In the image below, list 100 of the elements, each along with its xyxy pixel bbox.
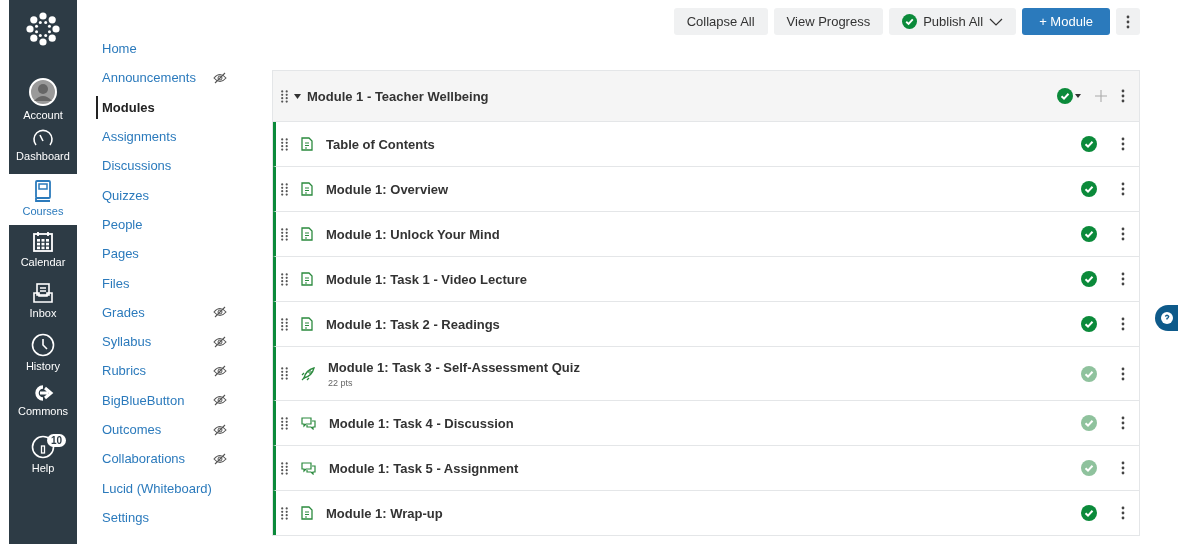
module-item[interactable]: Module 1: Overview <box>273 167 1139 212</box>
logo-icon[interactable] <box>26 12 60 46</box>
help-tab[interactable] <box>1155 305 1178 331</box>
drag-handle-icon[interactable] <box>281 506 288 520</box>
hidden-eye-icon <box>213 364 227 377</box>
course-nav-link[interactable]: Discussions <box>102 158 172 174</box>
global-nav-item[interactable]: Account <box>9 72 77 123</box>
chevron-down-icon <box>989 17 1004 26</box>
more-icon[interactable] <box>1126 14 1130 29</box>
module-item[interactable]: Module 1: Wrap-up <box>273 491 1139 535</box>
document-icon <box>301 272 313 286</box>
drag-handle-icon[interactable] <box>281 416 288 430</box>
global-nav-item[interactable]: History <box>9 327 77 378</box>
publish-status-icon[interactable] <box>1057 88 1081 104</box>
course-nav-link[interactable]: Modules <box>102 99 155 115</box>
course-nav-link[interactable]: Pages <box>102 246 139 262</box>
global-nav-item[interactable]: Commons <box>9 378 77 429</box>
more-icon[interactable] <box>1121 272 1125 286</box>
module-item[interactable]: Module 1: Task 4 - Discussion <box>273 401 1139 446</box>
document-icon <box>301 317 313 331</box>
inbox-icon <box>32 282 54 304</box>
item-title[interactable]: Module 1: Task 2 - Readings <box>326 316 1068 332</box>
course-nav-link[interactable]: Announcements <box>102 70 196 86</box>
module-item[interactable]: Module 1: Unlock Your Mind <box>273 212 1139 257</box>
module-item[interactable]: Table of Contents <box>273 122 1139 167</box>
item-title[interactable]: Module 1: Task 1 - Video Lecture <box>326 271 1068 287</box>
nav-label: Commons <box>17 405 69 417</box>
more-icon[interactable] <box>1121 182 1125 196</box>
drag-handle-icon[interactable] <box>281 461 288 475</box>
view-progress-button[interactable]: View Progress <box>773 8 884 35</box>
published-icon[interactable] <box>1081 136 1097 152</box>
global-nav-item[interactable]: Help 10 <box>9 429 77 480</box>
document-icon <box>301 506 313 520</box>
course-nav-link[interactable]: Lucid (Whiteboard) <box>102 480 212 496</box>
global-nav-item[interactable]: Courses <box>9 174 77 225</box>
module-item[interactable]: Module 1: Task 1 - Video Lecture <box>273 257 1139 302</box>
avatar-icon <box>29 78 57 106</box>
drag-handle-icon[interactable] <box>281 317 288 331</box>
drag-handle-icon[interactable] <box>281 272 288 286</box>
global-nav-item[interactable]: Dashboard <box>9 123 77 174</box>
gauge-icon <box>32 129 54 147</box>
course-nav-link[interactable]: Files <box>102 275 130 291</box>
hidden-eye-icon <box>213 306 227 319</box>
global-nav-item[interactable]: Inbox <box>9 276 77 327</box>
drag-handle-icon[interactable] <box>281 227 288 241</box>
more-icon[interactable] <box>1121 137 1125 151</box>
course-nav-link[interactable]: Collaborations <box>102 451 186 467</box>
item-title[interactable]: Table of Contents <box>326 136 1068 152</box>
course-nav-link[interactable]: Assignments <box>102 129 177 145</box>
more-icon[interactable] <box>1121 89 1125 103</box>
hidden-eye-icon <box>213 335 227 348</box>
item-title[interactable]: Module 1: Unlock Your Mind <box>326 226 1068 242</box>
item-title[interactable]: Module 1: Task 5 - Assignment <box>329 460 1068 476</box>
more-icon[interactable] <box>1121 461 1125 475</box>
course-nav-link[interactable]: Home <box>102 41 137 57</box>
course-nav-link[interactable]: Grades <box>102 304 145 320</box>
drag-handle-icon[interactable] <box>281 89 288 103</box>
course-nav-link[interactable]: Quizzes <box>102 187 149 203</box>
hidden-eye-icon <box>213 423 227 436</box>
discussion-icon <box>301 416 316 430</box>
item-title[interactable]: Module 1: Task 4 - Discussion <box>329 415 1068 431</box>
course-nav-link[interactable]: Syllabus <box>102 334 152 350</box>
course-nav-link[interactable]: People <box>102 216 143 232</box>
drag-handle-icon[interactable] <box>281 367 288 380</box>
published-icon[interactable] <box>1081 316 1097 332</box>
item-title[interactable]: Module 1: Task 3 - Self-Assessment Quiz <box>328 359 1068 375</box>
collapse-all-button[interactable]: Collapse All <box>673 8 768 35</box>
more-icon[interactable] <box>1121 506 1125 520</box>
published-icon[interactable] <box>1081 271 1097 287</box>
publish-all-button[interactable]: Publish All <box>889 8 1017 35</box>
course-nav-link[interactable]: Rubrics <box>102 363 147 379</box>
more-icon[interactable] <box>1121 366 1125 381</box>
collapse-caret-icon[interactable] <box>294 93 301 99</box>
course-nav-link[interactable]: Outcomes <box>102 422 162 437</box>
course-nav-link[interactable]: Settings <box>102 509 149 525</box>
more-icon[interactable] <box>1121 416 1125 430</box>
document-icon <box>301 227 313 241</box>
published-icon[interactable] <box>1081 226 1097 242</box>
published-icon[interactable] <box>1081 181 1097 197</box>
discussion-icon <box>301 461 316 475</box>
check-circle-icon <box>902 14 918 29</box>
item-title[interactable]: Module 1: Overview <box>326 181 1068 197</box>
course-nav-link[interactable]: BigBlueButton <box>102 392 185 408</box>
published-icon[interactable] <box>1081 505 1097 521</box>
module-item[interactable]: Module 1: Task 2 - Readings <box>273 302 1139 347</box>
document-icon <box>301 137 313 151</box>
module-item[interactable]: Module 1: Task 3 - Self-Assessment Quiz 22 pts <box>273 347 1139 401</box>
global-nav-item[interactable]: Calendar <box>9 225 77 276</box>
add-module-button[interactable]: + Module <box>1022 8 1110 35</box>
drag-handle-icon[interactable] <box>281 137 288 151</box>
module-item[interactable]: Module 1: Task 5 - Assignment <box>273 446 1139 491</box>
rocket-icon <box>301 366 315 381</box>
nav-label: History <box>25 360 61 372</box>
item-title[interactable]: Module 1: Wrap-up <box>326 505 1068 521</box>
hidden-eye-icon <box>213 394 227 407</box>
more-icon[interactable] <box>1121 317 1125 331</box>
hidden-eye-icon <box>213 71 227 84</box>
drag-handle-icon[interactable] <box>281 182 288 196</box>
nav-label: Courses <box>22 205 64 217</box>
more-icon[interactable] <box>1121 227 1125 241</box>
